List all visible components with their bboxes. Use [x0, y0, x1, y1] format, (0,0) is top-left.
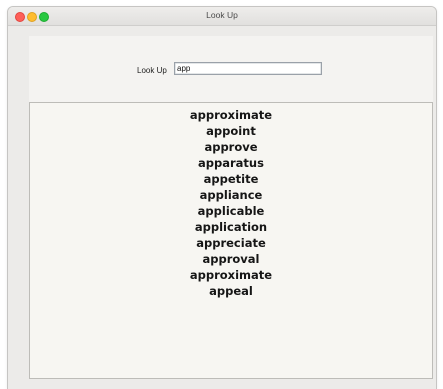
- window-title: Look Up: [206, 10, 238, 20]
- result-item[interactable]: approximate: [30, 107, 432, 123]
- lookup-panel: Look Up: [29, 36, 433, 102]
- lookup-label: Look Up: [137, 66, 167, 75]
- result-item[interactable]: apparatus: [30, 155, 432, 171]
- result-item[interactable]: applicable: [30, 203, 432, 219]
- result-item[interactable]: appoint: [30, 123, 432, 139]
- app-window: Look Up Look Up approximate appoint appr…: [8, 7, 436, 389]
- result-item[interactable]: approve: [30, 139, 432, 155]
- result-item[interactable]: approximate: [30, 267, 432, 283]
- result-item[interactable]: appreciate: [30, 235, 432, 251]
- result-item[interactable]: application: [30, 219, 432, 235]
- result-item[interactable]: appetite: [30, 171, 432, 187]
- lookup-input[interactable]: [174, 62, 322, 75]
- results-list: approximate appoint approve apparatus ap…: [30, 107, 432, 299]
- results-pane[interactable]: approximate appoint approve apparatus ap…: [29, 102, 433, 379]
- result-item[interactable]: approval: [30, 251, 432, 267]
- result-item[interactable]: appeal: [30, 283, 432, 299]
- result-item[interactable]: appliance: [30, 187, 432, 203]
- title-bar: Look Up: [8, 7, 436, 26]
